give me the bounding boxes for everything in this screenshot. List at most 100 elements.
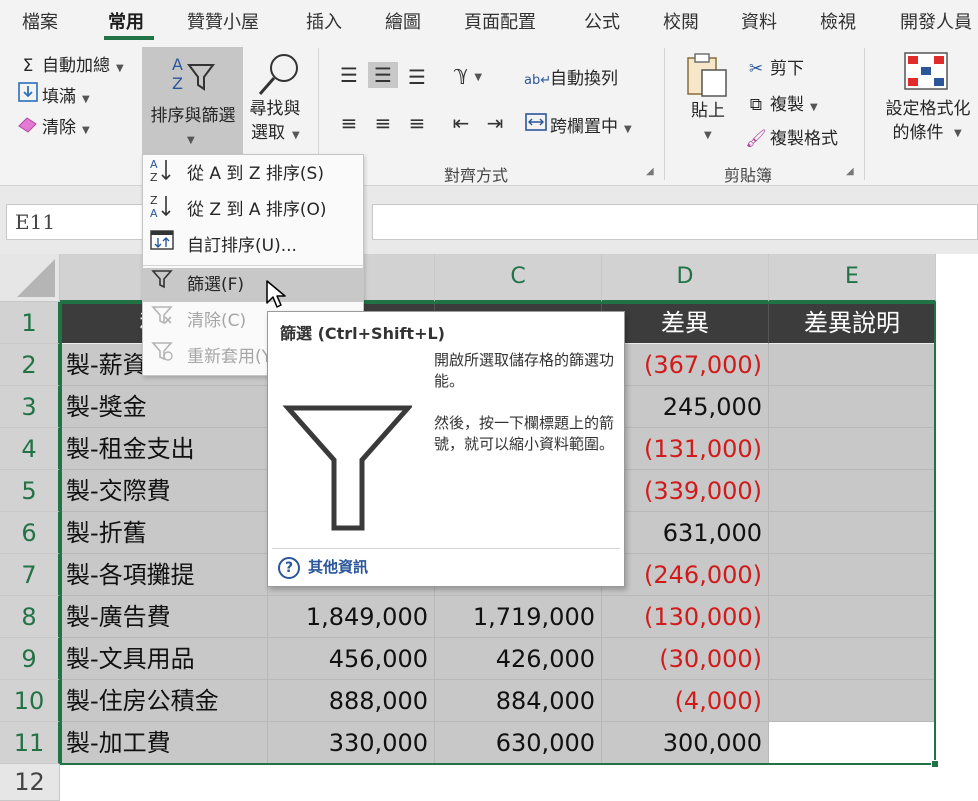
tab-file[interactable]: 檔案	[22, 8, 58, 34]
cell-difference[interactable]: (30,000)	[602, 638, 769, 680]
column-header-e[interactable]: E	[769, 254, 936, 302]
cell-note[interactable]	[769, 470, 936, 512]
cut-button[interactable]: ✂ 剪下	[744, 54, 804, 79]
cell-value[interactable]: 456,000	[268, 638, 435, 680]
fill-button[interactable]: 填滿 ▼	[16, 82, 90, 107]
tab-draw[interactable]: 繪圖	[385, 8, 421, 34]
cell-subject[interactable]: 製-交際費	[60, 470, 268, 512]
row-header[interactable]: 2	[0, 344, 60, 386]
format-painter-button[interactable]: 🖌 複製格式	[744, 124, 838, 149]
menu-item-sort-a-z[interactable]: AZ 從 A 到 Z 排序(S)	[143, 157, 363, 191]
paintbrush-icon: 🖌	[745, 129, 767, 149]
dialog-launcher-icon[interactable]: ◢	[646, 166, 654, 177]
cell-difference[interactable]: (246,000)	[602, 554, 769, 596]
text-orientation-icon[interactable]: ℽ ▼	[446, 60, 490, 86]
cell-difference[interactable]: (4,000)	[602, 680, 769, 722]
increase-indent-icon[interactable]: ⇥	[480, 110, 510, 136]
cell-note[interactable]	[769, 344, 936, 386]
merge-center-button[interactable]: 跨欄置中 ▼	[524, 112, 632, 137]
cell-value[interactable]: 888,000	[268, 680, 435, 722]
select-all-button[interactable]	[0, 254, 60, 302]
active-cell-e11[interactable]	[769, 722, 936, 764]
tab-formulas[interactable]: 公式	[584, 8, 620, 34]
cell-subject[interactable]: 製-各項攤提	[60, 554, 268, 596]
header-cell-difference-note[interactable]: 差異說明	[769, 302, 936, 344]
cell-subject[interactable]: 製-文具用品	[60, 638, 268, 680]
cell-note[interactable]	[769, 554, 936, 596]
align-middle-icon[interactable]: ☰	[368, 62, 398, 88]
tab-developer[interactable]: 開發人員	[900, 8, 972, 34]
align-right-icon[interactable]: ≡	[402, 110, 432, 136]
dialog-launcher-icon[interactable]: ◢	[846, 166, 854, 177]
name-box[interactable]: E11	[6, 204, 146, 240]
alignment-group-label: 對齊方式	[444, 166, 509, 185]
cell-difference[interactable]: (131,000)	[602, 428, 769, 470]
cell-note[interactable]	[769, 386, 936, 428]
cell-note[interactable]	[769, 512, 936, 554]
tooltip-more-info-link[interactable]: ? 其他資訊	[278, 556, 368, 579]
align-center-icon[interactable]: ≡	[368, 110, 398, 136]
menu-item-filter[interactable]: 篩選(F)	[143, 268, 363, 302]
tooltip-separator	[272, 548, 620, 549]
paste-button[interactable]: 貼上 ▼	[684, 52, 730, 141]
cell-subject[interactable]: 製-廣告費	[60, 596, 268, 638]
cell-subject[interactable]: 製-住房公積金	[60, 680, 268, 722]
cell-difference[interactable]: 631,000	[602, 512, 769, 554]
tab-home[interactable]: 常用	[108, 8, 144, 34]
tab-page-layout[interactable]: 頁面配置	[464, 8, 536, 34]
svg-text:Z: Z	[172, 74, 183, 93]
align-top-icon[interactable]: ☰	[334, 62, 364, 88]
row-header[interactable]: 7	[0, 554, 60, 596]
wrap-text-button[interactable]: ab↵自動換列	[524, 64, 618, 89]
row-header[interactable]: 5	[0, 470, 60, 512]
row-header[interactable]: 12	[0, 764, 60, 801]
row-header[interactable]: 6	[0, 512, 60, 554]
sort-filter-button[interactable]: A Z 排序與篩選 ▼	[142, 47, 243, 164]
tab-zanzan[interactable]: 贊贊小屋	[187, 8, 259, 34]
cell-value[interactable]: 330,000	[268, 722, 435, 764]
fill-handle[interactable]	[931, 760, 939, 768]
cell-value[interactable]: 884,000	[435, 680, 602, 722]
menu-item-sort-z-a[interactable]: ZA 從 Z 到 A 排序(O)	[143, 193, 363, 227]
cell-difference[interactable]: 245,000	[602, 386, 769, 428]
tab-insert[interactable]: 插入	[306, 8, 342, 34]
cell-note[interactable]	[769, 596, 936, 638]
cell-difference[interactable]: 300,000	[602, 722, 769, 764]
row-header[interactable]: 9	[0, 638, 60, 680]
cell-subject[interactable]: 製-獎金	[60, 386, 268, 428]
cell-note[interactable]	[769, 680, 936, 722]
cell-value[interactable]: 630,000	[435, 722, 602, 764]
align-bottom-icon[interactable]: ☰	[402, 64, 432, 90]
cell-subject[interactable]: 製-折舊	[60, 512, 268, 554]
cell-subject[interactable]: 製-租金支出	[60, 428, 268, 470]
cell-difference[interactable]: (367,000)	[602, 344, 769, 386]
cell-note[interactable]	[769, 638, 936, 680]
clear-button[interactable]: 清除 ▼	[16, 113, 90, 138]
column-header-c[interactable]: C	[435, 254, 602, 302]
cell-subject[interactable]: 製-加工費	[60, 722, 268, 764]
tab-review[interactable]: 校閱	[663, 8, 699, 34]
copy-button[interactable]: ⧉ 複製 ▼	[744, 90, 818, 115]
cell-difference[interactable]: (130,000)	[602, 596, 769, 638]
row-header[interactable]: 8	[0, 596, 60, 638]
cell-note[interactable]	[769, 428, 936, 470]
tab-data[interactable]: 資料	[741, 8, 777, 34]
row-header[interactable]: 4	[0, 428, 60, 470]
row-header[interactable]: 3	[0, 386, 60, 428]
decrease-indent-icon[interactable]: ⇤	[446, 110, 476, 136]
row-header[interactable]: 11	[0, 722, 60, 764]
cell-value[interactable]: 1,719,000	[435, 596, 602, 638]
cell-value[interactable]: 426,000	[435, 638, 602, 680]
autosum-button[interactable]: Σ 自動加總 ▼	[16, 51, 124, 76]
formula-input[interactable]	[372, 204, 978, 240]
row-header[interactable]: 10	[0, 680, 60, 722]
row-header[interactable]: 1	[0, 302, 60, 344]
column-header-d[interactable]: D	[602, 254, 769, 302]
header-cell-difference[interactable]: 差異	[602, 302, 769, 344]
reapply-filter-icon	[149, 340, 175, 374]
tab-view[interactable]: 檢視	[820, 8, 856, 34]
align-left-icon[interactable]: ≡	[334, 110, 364, 136]
cell-difference[interactable]: (339,000)	[602, 470, 769, 512]
menu-item-custom-sort[interactable]: 自訂排序(U)...	[143, 229, 363, 263]
cell-value[interactable]: 1,849,000	[268, 596, 435, 638]
